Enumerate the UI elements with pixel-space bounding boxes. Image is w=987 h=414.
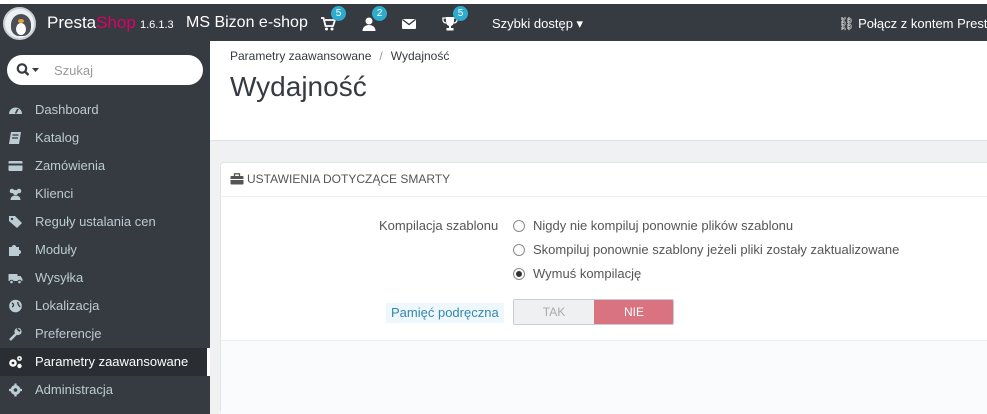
sidebar-item-administration[interactable]: Administracja xyxy=(0,376,210,404)
panel-title: USTAWIENIA DOTYCZĄCE SMARTY xyxy=(247,172,451,186)
panel-footer xyxy=(221,340,987,414)
customers-button[interactable]: 2 xyxy=(361,6,387,36)
cache-no-option[interactable]: NIE xyxy=(594,300,673,324)
tags-icon xyxy=(9,216,22,228)
search-box xyxy=(7,55,203,85)
briefcase-icon xyxy=(230,173,244,185)
top-navbar: PrestaShop 1.6.1.3 MS Bizon e-shop 5 2 5… xyxy=(0,0,987,41)
sidebar-item-dashboard[interactable]: Dashboard xyxy=(0,96,210,124)
sidebar-item-preferences[interactable]: Preferencje xyxy=(0,320,210,348)
cogs-icon xyxy=(9,356,22,369)
sidebar-item-shipping[interactable]: Wysyłka xyxy=(0,264,210,292)
sidebar-item-customers[interactable]: Klienci xyxy=(0,180,210,208)
trophy-badge: 5 xyxy=(453,6,468,21)
globe-icon xyxy=(9,299,22,313)
cache-yes-option[interactable]: TAK xyxy=(514,300,594,324)
users-icon xyxy=(9,188,22,200)
sidebar-menu: Dashboard Katalog Zamówienia Klienci Reg… xyxy=(0,96,210,404)
sidebar-item-price-rules[interactable]: Reguły ustalania cen xyxy=(0,208,210,236)
search-icon[interactable] xyxy=(16,62,40,78)
sidebar-item-catalog[interactable]: Katalog xyxy=(0,124,210,152)
dashboard-icon xyxy=(9,107,22,114)
orders-badge: 5 xyxy=(331,6,346,21)
messages-button[interactable] xyxy=(401,16,421,36)
brand-name[interactable]: PrestaShop xyxy=(47,13,136,33)
cache-toggle[interactable]: TAK NIE xyxy=(513,299,674,325)
orders-cart-button[interactable]: 5 xyxy=(320,6,346,36)
breadcrumb-current: Wydajność xyxy=(390,49,450,63)
wrench-icon xyxy=(9,327,22,341)
book-icon xyxy=(9,132,21,144)
search-input[interactable] xyxy=(54,61,194,79)
sidebar-item-modules[interactable]: Moduły xyxy=(0,236,210,264)
credit-card-icon xyxy=(8,161,23,171)
sidebar-item-orders[interactable]: Zamówienia xyxy=(0,152,210,180)
version-label: 1.6.1.3 xyxy=(140,19,174,31)
cog-icon xyxy=(9,383,22,397)
page-title: Wydajność xyxy=(230,71,367,102)
smarty-settings-panel: USTAWIENIA DOTYCZĄCE SMARTY Kompilacja s… xyxy=(220,162,987,414)
cache-label: Pamięć podręczna xyxy=(386,303,504,323)
page-header: Parametry zaawansowane / Wydajność Wydajno… xyxy=(210,41,987,141)
breadcrumb: Parametry zaawansowane / Wydajność xyxy=(230,49,450,63)
sidebar: Dashboard Katalog Zamówienia Klienci Reg… xyxy=(0,41,210,414)
envelope-icon xyxy=(402,18,416,29)
truck-icon xyxy=(8,274,23,285)
achievements-button[interactable]: 5 xyxy=(442,6,468,36)
puzzle-icon xyxy=(9,245,21,256)
sidebar-item-localization[interactable]: Lokalizacja xyxy=(0,292,210,320)
panel-heading: USTAWIENIA DOTYCZĄCE SMARTY xyxy=(221,163,987,197)
sidebar-item-advanced-parameters[interactable]: Parametry zaawansowane xyxy=(0,348,210,376)
customers-badge: 2 xyxy=(372,6,387,21)
breadcrumb-parent[interactable]: Parametry zaawansowane xyxy=(230,49,371,63)
template-compilation-label: Kompilacja szablonu xyxy=(379,218,499,233)
link-icon: ⛓ xyxy=(838,16,859,31)
shop-name-link[interactable]: MS Bizon e-shop xyxy=(186,14,308,32)
quick-access-dropdown[interactable]: Szybki dostęp ▾ xyxy=(492,16,583,32)
prestashop-logo[interactable] xyxy=(3,7,36,40)
connect-account-link[interactable]: ⛓ Połącz z kontem Prestas xyxy=(838,16,987,32)
